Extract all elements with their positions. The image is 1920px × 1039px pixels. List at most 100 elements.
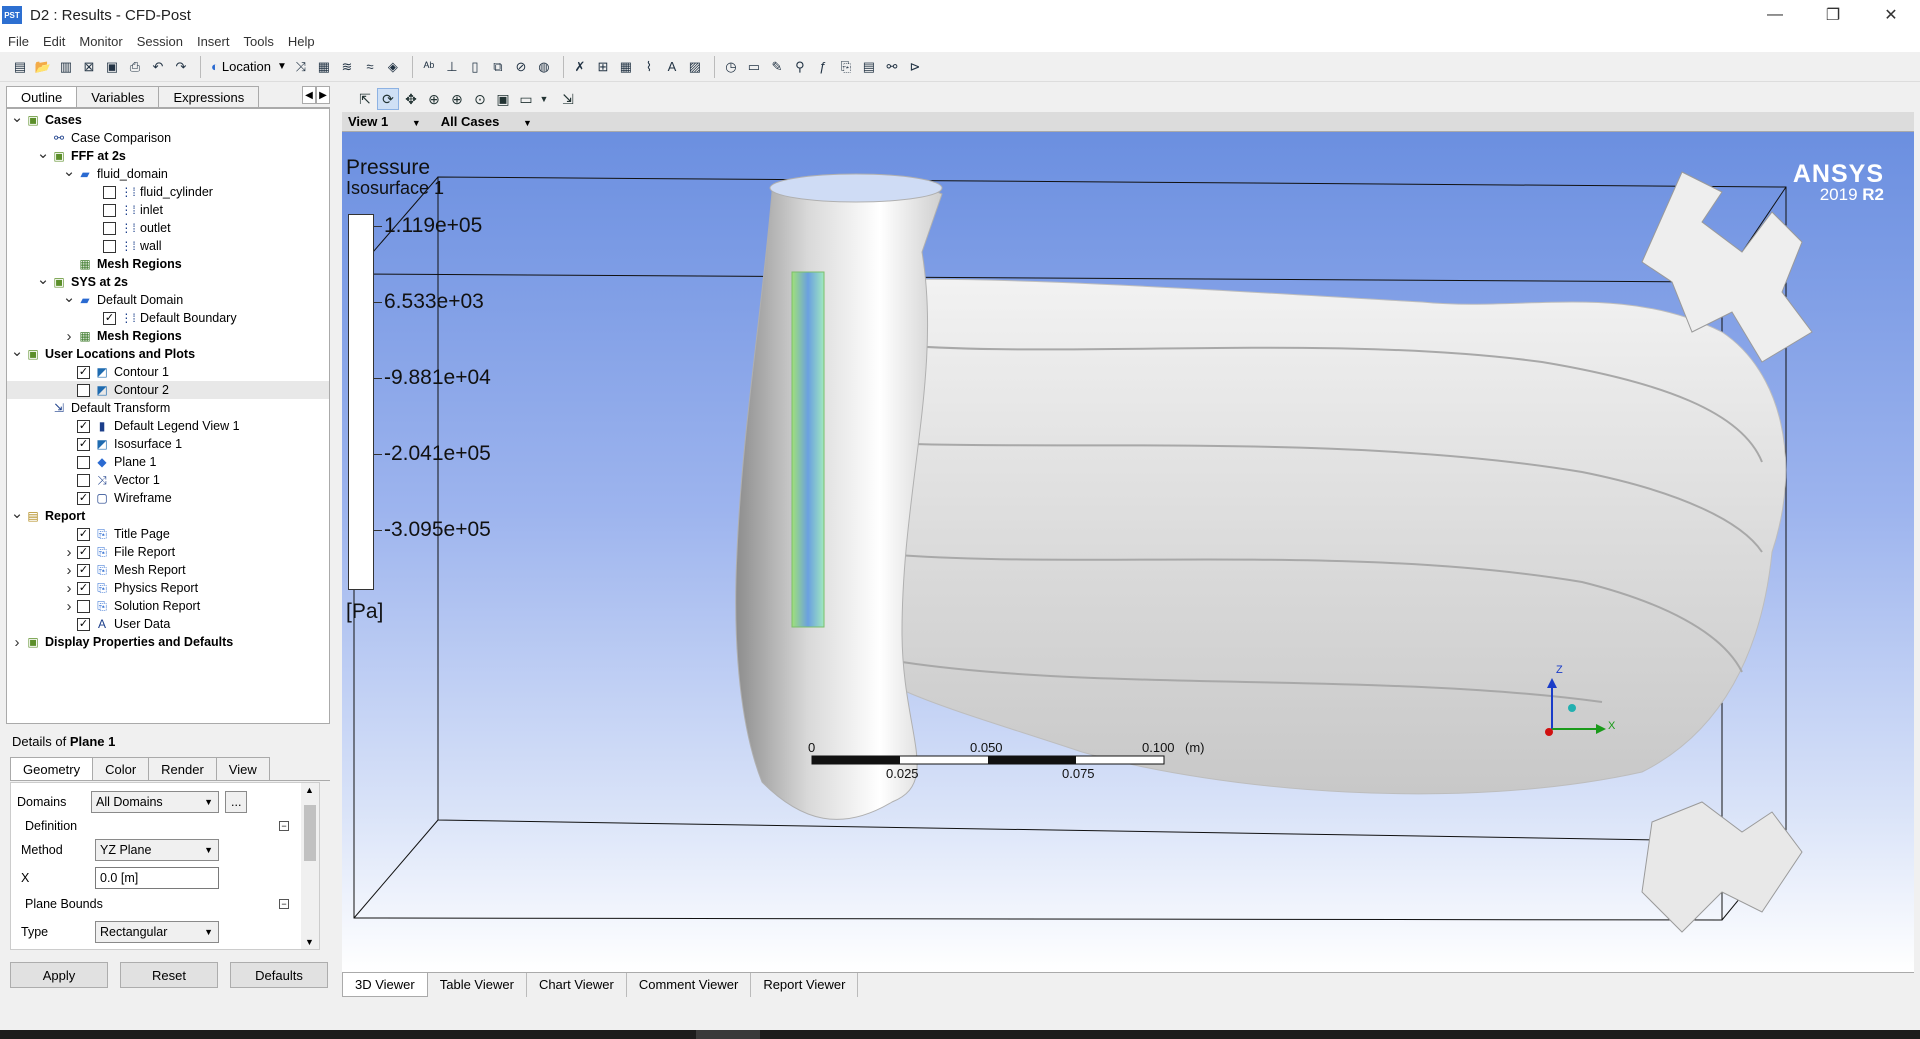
visibility-checkbox[interactable]: ✓ [77, 545, 90, 559]
select-icon[interactable]: ⇱ [354, 88, 376, 110]
menu-tools[interactable]: Tools [243, 34, 273, 49]
tab-variables[interactable]: Variables [76, 86, 160, 107]
undo-icon[interactable]: ↶ [148, 57, 168, 77]
location-dropdown[interactable]: ◐ Location ▼ [207, 56, 291, 78]
zoom-box-icon[interactable]: ⊕ [446, 88, 468, 110]
details-scrollbar[interactable]: ▲ ▼ [301, 783, 319, 949]
x-input[interactable]: 0.0 [m] [95, 867, 219, 889]
visibility-checkbox[interactable]: ✓ [77, 419, 90, 433]
figure-icon[interactable]: ▨ [685, 57, 705, 77]
tree-item-mesh-regions[interactable]: ▦ Mesh Regions [7, 255, 329, 273]
contour-icon[interactable]: ▦ [314, 57, 334, 77]
highlight-icon[interactable]: ▣ [492, 88, 514, 110]
domains-select[interactable]: All Domains ▼ [91, 791, 219, 813]
tree-item-mesh-report[interactable]: › ✓ ⎘ Mesh Report [7, 561, 329, 579]
visibility-checkbox[interactable] [103, 185, 116, 199]
comment-icon[interactable]: A [662, 57, 682, 77]
tab-view[interactable]: View [215, 757, 270, 780]
visibility-checkbox[interactable] [77, 599, 90, 613]
volume-render-icon[interactable]: ◈ [383, 57, 403, 77]
defaults-button[interactable]: Defaults [230, 962, 328, 988]
visibility-checkbox[interactable] [77, 455, 90, 469]
chart-icon[interactable]: ⌇ [639, 57, 659, 77]
type-select[interactable]: Rectangular ▼ [95, 921, 219, 943]
timestep-icon[interactable]: ◷ [721, 57, 741, 77]
tree-item-plane-1[interactable]: ◆ Plane 1 [7, 453, 329, 471]
tree-item-isosurface-1[interactable]: ✓ ◩ Isosurface 1 [7, 435, 329, 453]
tab-chart-viewer[interactable]: Chart Viewer [527, 972, 627, 997]
taskbar-item[interactable] [696, 1030, 760, 1039]
expand-open-icon[interactable]: ⌄ [9, 109, 25, 126]
expression-icon[interactable]: ⊞ [593, 57, 613, 77]
domains-ellipsis-button[interactable]: ... [225, 791, 247, 813]
chevron-down-icon[interactable]: ▼ [538, 88, 550, 110]
tab-table-viewer[interactable]: Table Viewer [428, 972, 527, 997]
tab-outline[interactable]: Outline [6, 86, 78, 107]
close-button[interactable]: ✕ [1862, 0, 1920, 30]
expand-closed-icon[interactable]: › [9, 634, 25, 651]
save-state-icon[interactable]: ▣ [102, 57, 122, 77]
pan-icon[interactable]: ✥ [400, 88, 422, 110]
table-icon[interactable]: ▦ [616, 57, 636, 77]
fit-view-icon[interactable]: ⊙ [469, 88, 491, 110]
menu-monitor[interactable]: Monitor [79, 34, 122, 49]
tab-color[interactable]: Color [92, 757, 150, 780]
close-case-icon[interactable]: ⊠ [79, 57, 99, 77]
visibility-checkbox[interactable]: ✓ [103, 311, 116, 325]
tree-item-default-boundary[interactable]: ✓ ⋮⁞ Default Boundary [7, 309, 329, 327]
menu-insert[interactable]: Insert [197, 34, 230, 49]
apply-button[interactable]: Apply [10, 962, 108, 988]
reset-button[interactable]: Reset [120, 962, 218, 988]
zoom-icon[interactable]: ⊕ [423, 88, 445, 110]
visibility-checkbox[interactable]: ✓ [77, 365, 90, 379]
detach-viewer-icon[interactable]: ⇲ [557, 88, 579, 110]
tree-item-fluid-cylinder[interactable]: ⋮⁞ fluid_cylinder [7, 183, 329, 201]
menu-file[interactable]: File [8, 34, 29, 49]
3d-viewport[interactable]: Pressure Isosurface 1 [Pa] ANSYS 2019 R2… [342, 132, 1914, 972]
visibility-checkbox[interactable]: ✓ [77, 527, 90, 541]
tree-item-wall[interactable]: ⋮⁞ wall [7, 237, 329, 255]
tree-item-title-page[interactable]: ✓ ⎘ Title Page [7, 525, 329, 543]
rotate-icon[interactable]: ⟳ [377, 88, 399, 110]
tab-comment-viewer[interactable]: Comment Viewer [627, 972, 752, 997]
expand-open-icon[interactable]: ⌄ [9, 505, 25, 522]
load-results-icon[interactable]: 📂 [33, 57, 53, 77]
tree-item-default-domain[interactable]: ⌄ ▰ Default Domain [7, 289, 329, 309]
tree-item-wireframe[interactable]: ✓ ▢ Wireframe [7, 489, 329, 507]
tree-item-fff-at-2s[interactable]: ⌄ ▣ FFF at 2s [7, 145, 329, 165]
expand-closed-icon[interactable]: › [61, 544, 77, 561]
quick-editor-icon[interactable]: ✎ [767, 57, 787, 77]
vector-icon[interactable]: ⤨ [291, 57, 311, 77]
expand-closed-icon[interactable]: › [61, 580, 77, 597]
scroll-up-icon[interactable]: ▲ [305, 785, 314, 795]
restore-button[interactable]: ❐ [1804, 0, 1862, 30]
tab-scroll-left-icon[interactable]: ◀ [302, 86, 316, 104]
visibility-checkbox[interactable] [77, 383, 90, 397]
tab-geometry[interactable]: Geometry [10, 757, 94, 780]
menu-session[interactable]: Session [137, 34, 183, 49]
visibility-checkbox[interactable]: ✓ [77, 563, 90, 577]
tree-item-outlet[interactable]: ⋮⁞ outlet [7, 219, 329, 237]
tree-item-case-comparison[interactable]: ⚯ Case Comparison [7, 129, 329, 147]
visibility-checkbox[interactable] [77, 473, 90, 487]
legend-icon[interactable]: ▯ [465, 57, 485, 77]
tab-render[interactable]: Render [148, 757, 217, 780]
view-select[interactable]: View 1 ▼ [348, 114, 421, 129]
tab-scroll-right-icon[interactable]: ▶ [316, 86, 330, 104]
tree-item-default-legend-view-1[interactable]: ✓ ▮ Default Legend View 1 [7, 417, 329, 435]
particle-track-icon[interactable]: ≈ [360, 57, 380, 77]
menu-help[interactable]: Help [288, 34, 315, 49]
save-picture-icon[interactable]: ⎙ [125, 57, 145, 77]
collapse-icon[interactable]: − [279, 821, 289, 831]
visibility-checkbox[interactable]: ✓ [77, 491, 90, 505]
function-calculator-icon[interactable]: ƒ [813, 57, 833, 77]
tree-item-contour-2[interactable]: ◩ Contour 2 [7, 381, 329, 399]
instance-transform-icon[interactable]: ⧉ [488, 57, 508, 77]
visibility-checkbox[interactable]: ✓ [77, 581, 90, 595]
tree-item-display-properties-and-defaults[interactable]: › ▣ Display Properties and Defaults [7, 633, 329, 651]
scroll-down-icon[interactable]: ▼ [305, 937, 314, 947]
scroll-thumb[interactable] [304, 805, 316, 861]
menu-edit[interactable]: Edit [43, 34, 65, 49]
tree-item-vector-1[interactable]: ⤨ Vector 1 [7, 471, 329, 489]
tree-item-mesh-regions[interactable]: › ▦ Mesh Regions [7, 327, 329, 345]
